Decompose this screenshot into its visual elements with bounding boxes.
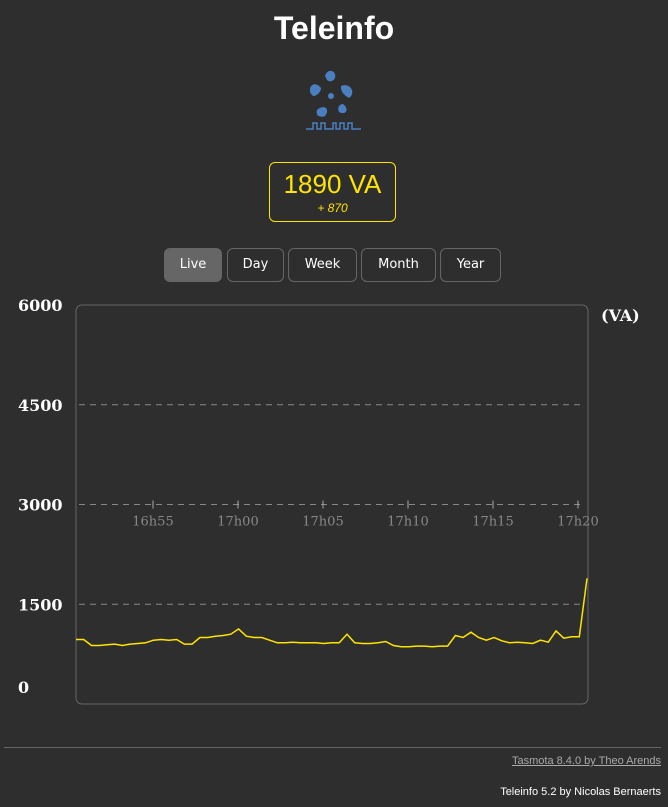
- y-axis-labels: 6000 4500 3000 1500 0: [18, 296, 63, 697]
- y-tick-label: 1500: [18, 595, 63, 614]
- y-tick-label: 6000: [18, 296, 63, 315]
- teleinfo-credit: Teleinfo 5.2 by Nicolas Bernaerts: [500, 786, 661, 798]
- x-tick-label: 17h00: [217, 515, 258, 530]
- y-tick-label: 4500: [18, 396, 63, 415]
- power-delta: + 870: [317, 201, 348, 215]
- power-value: 1890 VA: [283, 169, 382, 199]
- x-tick-label: 17h20: [557, 515, 598, 530]
- period-live-button[interactable]: Live: [164, 248, 222, 282]
- y-tick-label: 0: [18, 678, 29, 697]
- period-year-button[interactable]: Year: [440, 248, 501, 282]
- period-month-button[interactable]: Month: [361, 248, 436, 282]
- x-tick-label: 16h55: [132, 515, 173, 530]
- power-display: 1890 VA + 870: [269, 162, 396, 222]
- footer-divider: [4, 747, 661, 748]
- y-tick-label: 3000: [18, 496, 63, 515]
- x-tick-label: 17h10: [387, 515, 428, 530]
- x-tick-label: 17h05: [302, 515, 343, 530]
- teleinfo-fan-icon: [303, 66, 363, 136]
- period-week-button[interactable]: Week: [288, 248, 357, 282]
- tasmota-link[interactable]: Tasmota 8.4.0 by Theo Arends: [512, 755, 661, 767]
- unit-label: (VA): [601, 306, 640, 325]
- power-chart: 6000 4500 3000 1500 0 16h55 17h00 17h05 17h10 17…: [18, 296, 640, 705]
- page-title: Teleinfo: [273, 10, 395, 46]
- period-day-button[interactable]: Day: [227, 248, 284, 282]
- x-tick-label: 17h15: [472, 515, 513, 530]
